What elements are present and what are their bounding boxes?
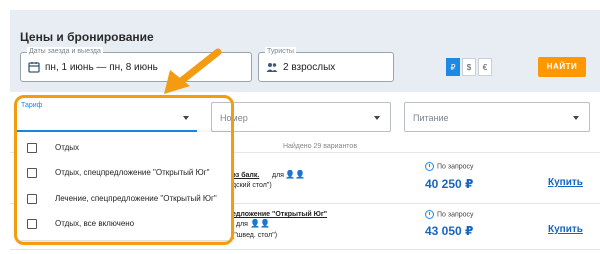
meal-select[interactable]: Питание	[404, 102, 590, 132]
room-select[interactable]: Номер	[211, 102, 391, 132]
buy-link[interactable]: Купить	[548, 224, 583, 235]
clock-icon	[425, 162, 434, 171]
offer-price: 40 250 ₽	[425, 177, 474, 191]
offer-meal: дский стол")	[232, 182, 272, 189]
offer-meal: ("швед. стол")	[232, 232, 278, 239]
currency-rub-button[interactable]: ₽	[446, 58, 460, 76]
on-request-text: По запросу	[437, 211, 474, 219]
offer-title[interactable]: эз балк.	[232, 172, 259, 179]
find-button[interactable]: НАЙТИ	[538, 57, 586, 77]
chevron-down-icon	[374, 116, 380, 120]
on-request-status: По запросу	[425, 162, 474, 171]
buy-link[interactable]: Купить	[548, 177, 583, 188]
offer-title[interactable]: едложение "Открытый Юг"	[232, 211, 327, 218]
panel-title: Цены и бронирование	[20, 30, 154, 44]
clock-icon	[425, 210, 434, 219]
tourists-label: Туристы	[265, 47, 296, 56]
tourists-value: 2 взрослых	[283, 62, 336, 73]
people-icon	[266, 63, 278, 72]
meal-placeholder: Питание	[413, 113, 449, 123]
offer-price: 43 050 ₽	[425, 224, 474, 238]
calendar-icon	[28, 62, 40, 73]
dates-value: пн, 1 июнь — пн, 8 июнь	[45, 62, 158, 73]
offer-occupancy: для	[236, 221, 248, 228]
person-icon: 👤👤	[285, 170, 305, 179]
row-divider	[10, 249, 600, 250]
on-request-status: По запросу	[425, 210, 474, 219]
offer-occupancy: для	[272, 172, 284, 179]
on-request-text: По запросу	[437, 163, 474, 171]
annotation-highlight	[14, 95, 234, 245]
dates-label: Даты заезда и выезда	[27, 47, 103, 56]
chevron-down-icon	[573, 116, 579, 120]
person-icon: 👤👤	[250, 219, 270, 228]
currency-eur-button[interactable]: €	[478, 58, 492, 76]
annotation-arrow-icon	[164, 48, 222, 94]
currency-usd-button[interactable]: $	[462, 58, 476, 76]
tourists-field[interactable]: Туристы 2 взрослых	[258, 47, 394, 82]
